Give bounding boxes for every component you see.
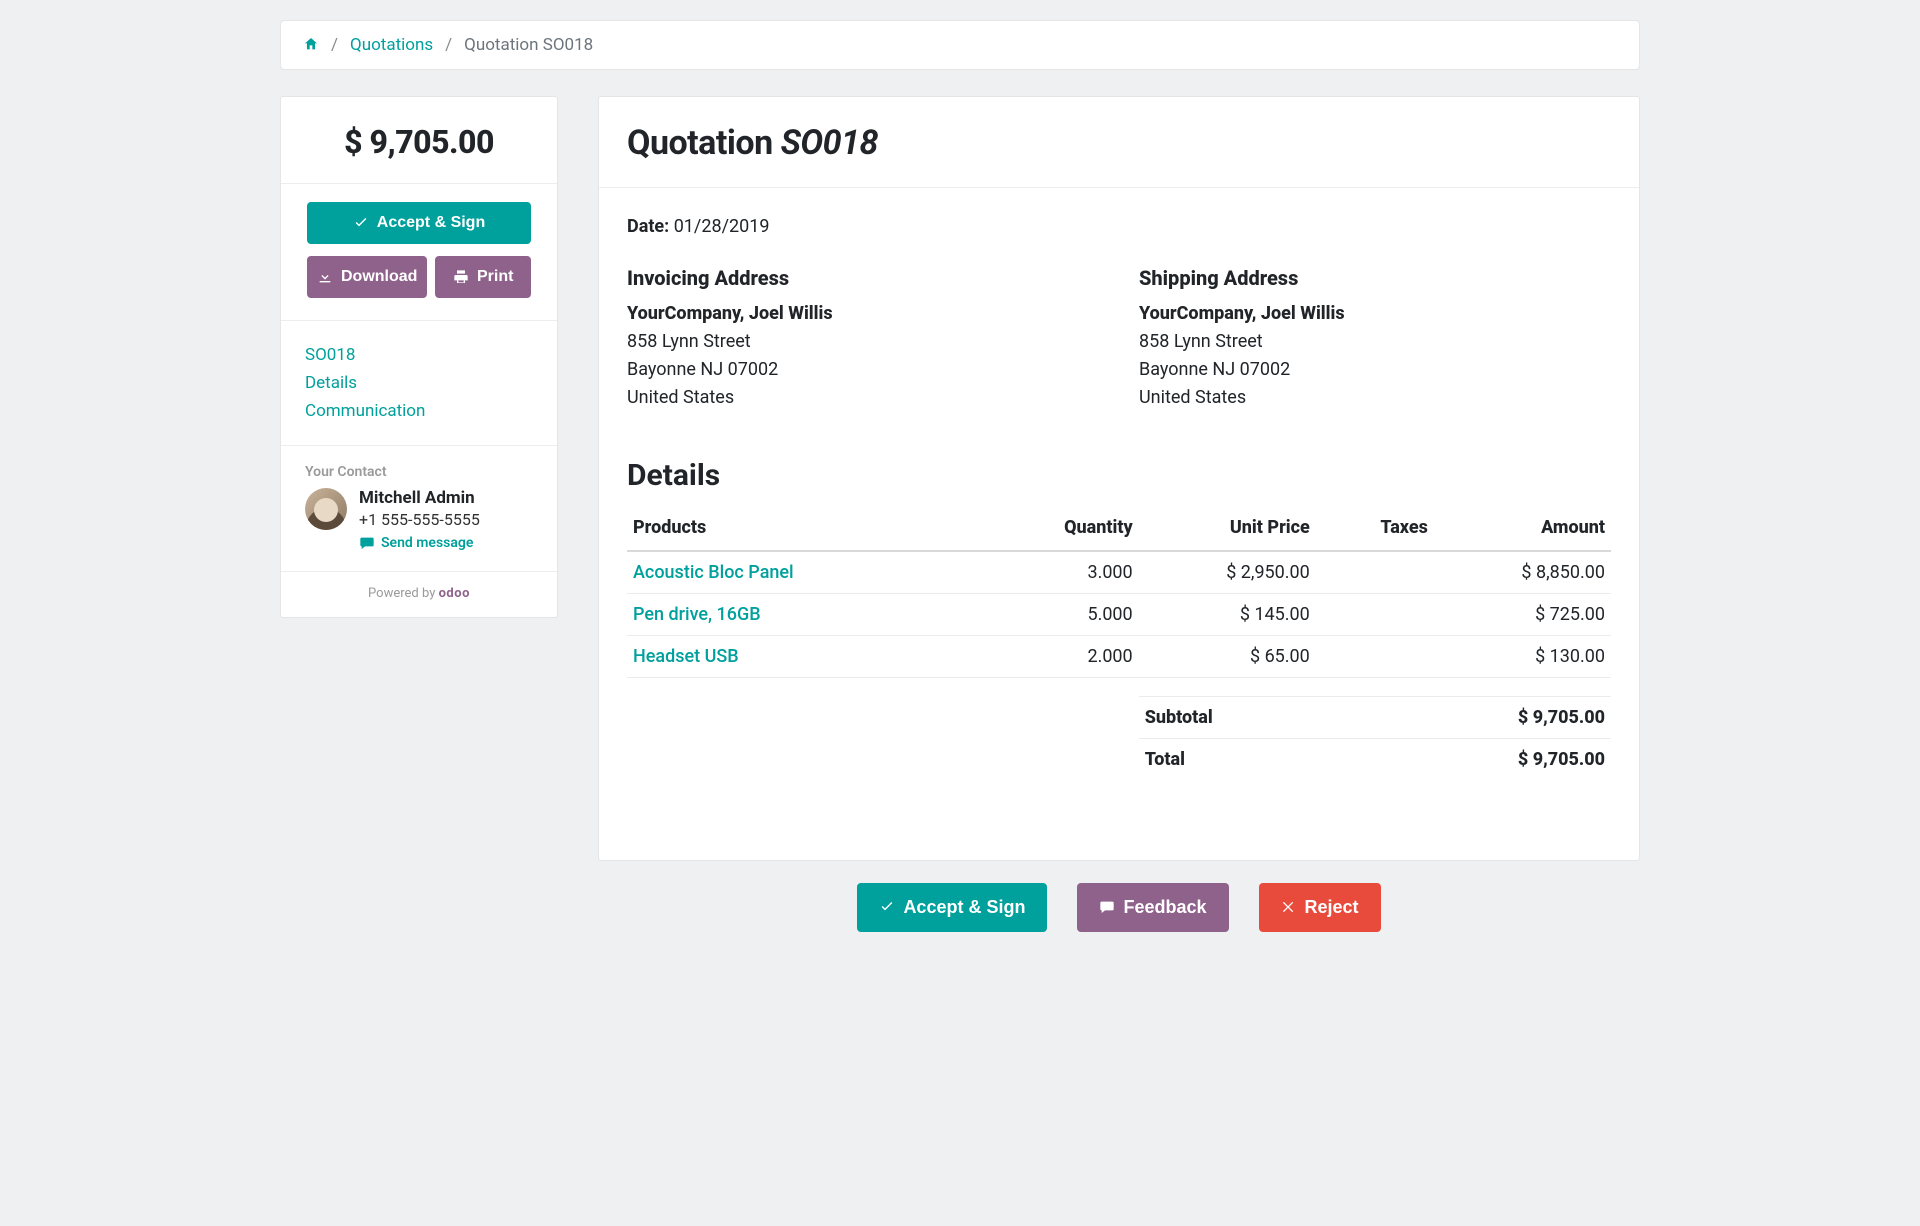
title-number: SO018: [781, 123, 878, 163]
product-link[interactable]: Acoustic Bloc Panel: [633, 562, 794, 583]
subtotal-value: $ 9,705.00: [1518, 707, 1605, 728]
invoicing-title: Invoicing Address: [627, 263, 1099, 294]
print-button[interactable]: Print: [435, 256, 531, 298]
total-label: Total: [1145, 749, 1185, 770]
breadcrumb-home[interactable]: [303, 35, 319, 55]
footer-accept-sign-button[interactable]: Accept & Sign: [857, 883, 1047, 932]
details-table: Products Quantity Unit Price Taxes Amoun…: [627, 505, 1611, 678]
invoicing-name: YourCompany, Joel Willis: [627, 300, 1099, 328]
col-taxes: Taxes: [1316, 505, 1434, 551]
print-icon: [453, 269, 469, 285]
cell-amount: $ 8,850.00: [1434, 551, 1611, 594]
download-button[interactable]: Download: [307, 256, 427, 298]
sidebar-navlinks: SO018 Details Communication: [281, 321, 557, 446]
breadcrumb-current: Quotation SO018: [464, 35, 593, 55]
sidebar-link-details[interactable]: Details: [305, 369, 533, 397]
sidebar: $ 9,705.00 Accept & Sign Download: [280, 96, 558, 618]
footer-accept-sign-label: Accept & Sign: [903, 897, 1025, 918]
invoicing-country: United States: [627, 384, 1099, 412]
cell-taxes: [1316, 593, 1434, 635]
quotation-date: Date: 01/28/2019: [627, 216, 1611, 237]
footer-feedback-button[interactable]: Feedback: [1077, 883, 1228, 932]
print-label: Print: [477, 268, 513, 286]
check-icon: [879, 899, 895, 915]
contact-heading: Your Contact: [305, 464, 533, 480]
table-row: Headset USB 2.000$ 65.00 $ 130.00: [627, 635, 1611, 677]
home-icon: [303, 36, 319, 52]
cell-qty: 3.000: [1001, 551, 1139, 594]
col-products: Products: [627, 505, 1001, 551]
table-row: Acoustic Bloc Panel 3.000$ 2,950.00 $ 8,85…: [627, 551, 1611, 594]
download-icon: [317, 269, 333, 285]
col-unit-price: Unit Price: [1139, 505, 1316, 551]
footer-reject-label: Reject: [1305, 897, 1359, 918]
close-icon: [1281, 899, 1297, 915]
download-label: Download: [341, 268, 417, 286]
cell-qty: 5.000: [1001, 593, 1139, 635]
subtotal-label: Subtotal: [1145, 707, 1213, 728]
date-label: Date:: [627, 216, 669, 237]
contact-phone: +1 555-555-5555: [359, 510, 480, 529]
product-link[interactable]: Pen drive, 16GB: [633, 604, 761, 625]
quotation-card: Quotation SO018 Date: 01/28/2019 Invoici…: [598, 96, 1640, 861]
totals: Subtotal $ 9,705.00 Total $ 9,705.00: [1139, 696, 1611, 780]
invoicing-line1: 858 Lynn Street: [627, 328, 1099, 356]
shipping-title: Shipping Address: [1139, 263, 1611, 294]
breadcrumb: / Quotations / Quotation SO018: [280, 20, 1640, 70]
breadcrumb-quotations[interactable]: Quotations: [350, 35, 433, 55]
cell-taxes: [1316, 551, 1434, 594]
shipping-line2: Bayonne NJ 07002: [1139, 356, 1611, 384]
main: Quotation SO018 Date: 01/28/2019 Invoici…: [598, 96, 1640, 932]
page-title: Quotation SO018: [627, 123, 1611, 163]
shipping-line1: 858 Lynn Street: [1139, 328, 1611, 356]
breadcrumb-separator: /: [445, 35, 452, 55]
sidebar-link-communication[interactable]: Communication: [305, 397, 533, 425]
cell-qty: 2.000: [1001, 635, 1139, 677]
product-link[interactable]: Headset USB: [633, 646, 739, 667]
cell-amount: $ 130.00: [1434, 635, 1611, 677]
cell-taxes: [1316, 635, 1434, 677]
col-amount: Amount: [1434, 505, 1611, 551]
sidebar-total: $ 9,705.00: [281, 97, 557, 184]
breadcrumb-separator: /: [331, 35, 338, 55]
details-title: Details: [627, 458, 1611, 493]
title-prefix: Quotation: [627, 123, 781, 163]
check-icon: [353, 215, 369, 231]
sidebar-actions: Accept & Sign Download Print: [281, 184, 557, 321]
sidebar-link-so[interactable]: SO018: [305, 341, 533, 369]
send-message-link[interactable]: Send message: [359, 535, 473, 551]
invoicing-line2: Bayonne NJ 07002: [627, 356, 1099, 384]
send-message-label: Send message: [381, 535, 473, 551]
invoicing-address: Invoicing Address YourCompany, Joel Will…: [627, 263, 1099, 412]
contact-name: Mitchell Admin: [359, 488, 480, 508]
shipping-country: United States: [1139, 384, 1611, 412]
shipping-address: Shipping Address YourCompany, Joel Willi…: [1139, 263, 1611, 412]
powered-by: Powered by odoo: [281, 572, 557, 617]
sidebar-contact: Your Contact Mitchell Admin +1 555-555-5…: [281, 446, 557, 572]
avatar: [305, 488, 347, 530]
total-value: $ 9,705.00: [1518, 749, 1605, 770]
cell-unit: $ 145.00: [1139, 593, 1316, 635]
accept-sign-label: Accept & Sign: [377, 214, 485, 232]
footer-feedback-label: Feedback: [1123, 897, 1206, 918]
cell-amount: $ 725.00: [1434, 593, 1611, 635]
chat-icon: [359, 535, 375, 551]
accept-sign-button[interactable]: Accept & Sign: [307, 202, 531, 244]
footer-reject-button[interactable]: Reject: [1259, 883, 1381, 932]
footer-actions: Accept & Sign Feedback Reject: [598, 883, 1640, 932]
cell-unit: $ 65.00: [1139, 635, 1316, 677]
col-quantity: Quantity: [1001, 505, 1139, 551]
powered-by-text: Powered by: [368, 586, 435, 601]
cell-unit: $ 2,950.00: [1139, 551, 1316, 594]
shipping-name: YourCompany, Joel Willis: [1139, 300, 1611, 328]
table-row: Pen drive, 16GB 5.000$ 145.00 $ 725.00: [627, 593, 1611, 635]
chat-icon: [1099, 899, 1115, 915]
brand-logo: odoo: [439, 586, 470, 601]
date-value: 01/28/2019: [674, 216, 770, 237]
